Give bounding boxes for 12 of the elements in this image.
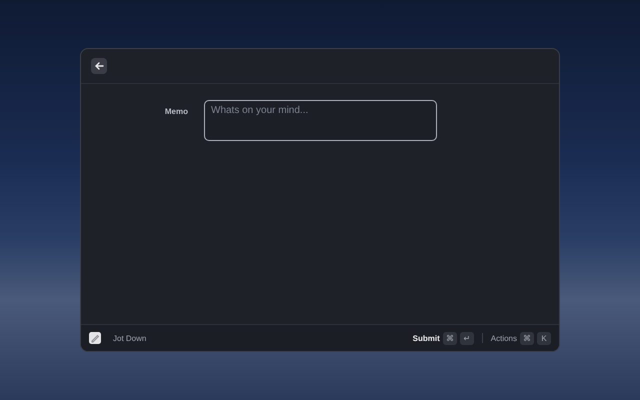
app-name: Jot Down [113, 334, 146, 342]
memo-field[interactable]: Whats on your mind... [204, 100, 437, 141]
actions-button[interactable]: Actions [490, 334, 517, 342]
shortcut-key: ↵ [460, 332, 474, 344]
shortcut-key: ⌘ [442, 332, 457, 344]
shortcut-key: K [537, 332, 551, 344]
pencil-app-icon [89, 332, 101, 344]
back-arrow-icon [94, 62, 104, 70]
back-button[interactable] [91, 58, 107, 74]
submit-button[interactable]: Submit [412, 334, 440, 342]
field-label: Memo [164, 106, 188, 116]
shortcut-key: ⌘ [520, 332, 534, 344]
